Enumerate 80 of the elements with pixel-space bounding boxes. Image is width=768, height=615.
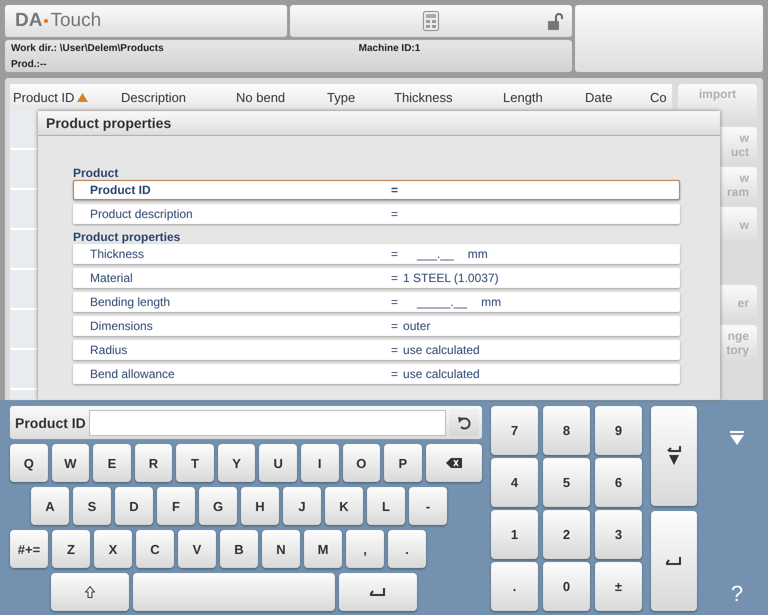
key[interactable]: S	[73, 487, 111, 525]
property-row[interactable]: Radius = use calculated	[73, 340, 680, 360]
key[interactable]: F	[157, 487, 195, 525]
key[interactable]: R	[134, 444, 172, 482]
key[interactable]: -	[409, 487, 447, 525]
shift-icon	[85, 586, 95, 598]
key[interactable]: Z	[52, 530, 90, 568]
key[interactable]: L	[367, 487, 405, 525]
unlocked-padlock-icon[interactable]	[548, 13, 564, 31]
property-row[interactable]: Product description =	[73, 204, 680, 224]
key[interactable]: Q	[10, 444, 48, 482]
key[interactable]: O	[342, 444, 380, 482]
key[interactable]: ,	[346, 530, 384, 568]
dialog-title: Product properties	[38, 111, 720, 136]
key[interactable]: B	[220, 530, 258, 568]
enter-icon	[666, 557, 682, 565]
key[interactable]: D	[115, 487, 153, 525]
key[interactable]: M	[304, 530, 342, 568]
number-key[interactable]: 2	[543, 510, 590, 559]
number-key[interactable]: .	[491, 562, 538, 611]
undo-icon	[457, 416, 471, 430]
key[interactable]: G	[199, 487, 237, 525]
key[interactable]: I	[300, 444, 338, 482]
work-dir-text: Work dir.: \User\Delem\Products	[11, 43, 164, 54]
enter-key[interactable]	[339, 573, 417, 611]
input-field[interactable]	[88, 410, 446, 436]
key[interactable]: T	[176, 444, 214, 482]
key[interactable]: U	[259, 444, 297, 482]
calculator-icon[interactable]	[423, 11, 439, 31]
property-row[interactable]: Thickness = ___.__ mm	[73, 244, 680, 264]
key[interactable]: Y	[218, 444, 256, 482]
number-key[interactable]: 5	[543, 458, 590, 507]
property-row[interactable]: Material = 1 STEEL (1.0037)	[73, 268, 680, 288]
hide-keyboard-icon[interactable]	[730, 431, 744, 445]
number-key[interactable]: 4	[491, 458, 538, 507]
column-header[interactable]: No bend	[236, 90, 286, 104]
machine-id-text: Machine ID:1	[358, 43, 420, 54]
number-key[interactable]: 3	[595, 510, 642, 559]
key[interactable]: V	[178, 530, 216, 568]
column-header[interactable]: Date	[585, 90, 612, 104]
backspace-key[interactable]	[426, 444, 482, 482]
property-row[interactable]: Product ID =	[73, 180, 680, 200]
key[interactable]: A	[31, 487, 69, 525]
key[interactable]: #+=	[10, 530, 48, 568]
property-row[interactable]: Bend allowance = use calculated	[73, 364, 680, 384]
section-heading: Product properties	[73, 230, 182, 244]
number-key[interactable]: 1	[491, 510, 538, 559]
number-key[interactable]: 6	[595, 458, 642, 507]
property-row[interactable]: Dimensions = outer	[73, 316, 680, 336]
key[interactable]: .	[388, 530, 426, 568]
column-header[interactable]: Co	[650, 90, 667, 104]
field-label: Product ID	[15, 414, 86, 430]
key[interactable]: C	[136, 530, 174, 568]
key[interactable]: W	[52, 444, 90, 482]
key[interactable]: E	[93, 444, 131, 482]
product-text: Prod.:--	[11, 59, 48, 70]
column-header[interactable]: Length	[503, 90, 543, 104]
logo: DA Touch	[15, 10, 102, 32]
key[interactable]: N	[262, 530, 300, 568]
key[interactable]: P	[384, 444, 422, 482]
key[interactable]: H	[241, 487, 279, 525]
enter-icon	[370, 588, 386, 596]
key[interactable]: X	[94, 530, 132, 568]
number-key[interactable]: ±	[595, 562, 642, 611]
property-row[interactable]: Bending length = _____.__ mm	[73, 292, 680, 312]
key[interactable]: K	[325, 487, 363, 525]
enter-next-key[interactable]	[651, 406, 697, 506]
column-header[interactable]: Type	[327, 90, 356, 104]
enter-down-icon	[667, 446, 681, 466]
column-header[interactable]: Description	[121, 90, 186, 104]
number-key[interactable]: 9	[595, 406, 642, 455]
section-heading: Product	[73, 166, 120, 180]
key[interactable]: J	[283, 487, 321, 525]
number-key[interactable]: 0	[543, 562, 590, 611]
undo-button[interactable]	[449, 409, 479, 436]
number-key[interactable]: 8	[543, 406, 590, 455]
number-key[interactable]: 7	[491, 406, 538, 455]
column-header[interactable]: Thickness	[394, 90, 453, 104]
column-header[interactable]: Product ID	[13, 90, 74, 104]
backspace-icon	[446, 458, 462, 468]
